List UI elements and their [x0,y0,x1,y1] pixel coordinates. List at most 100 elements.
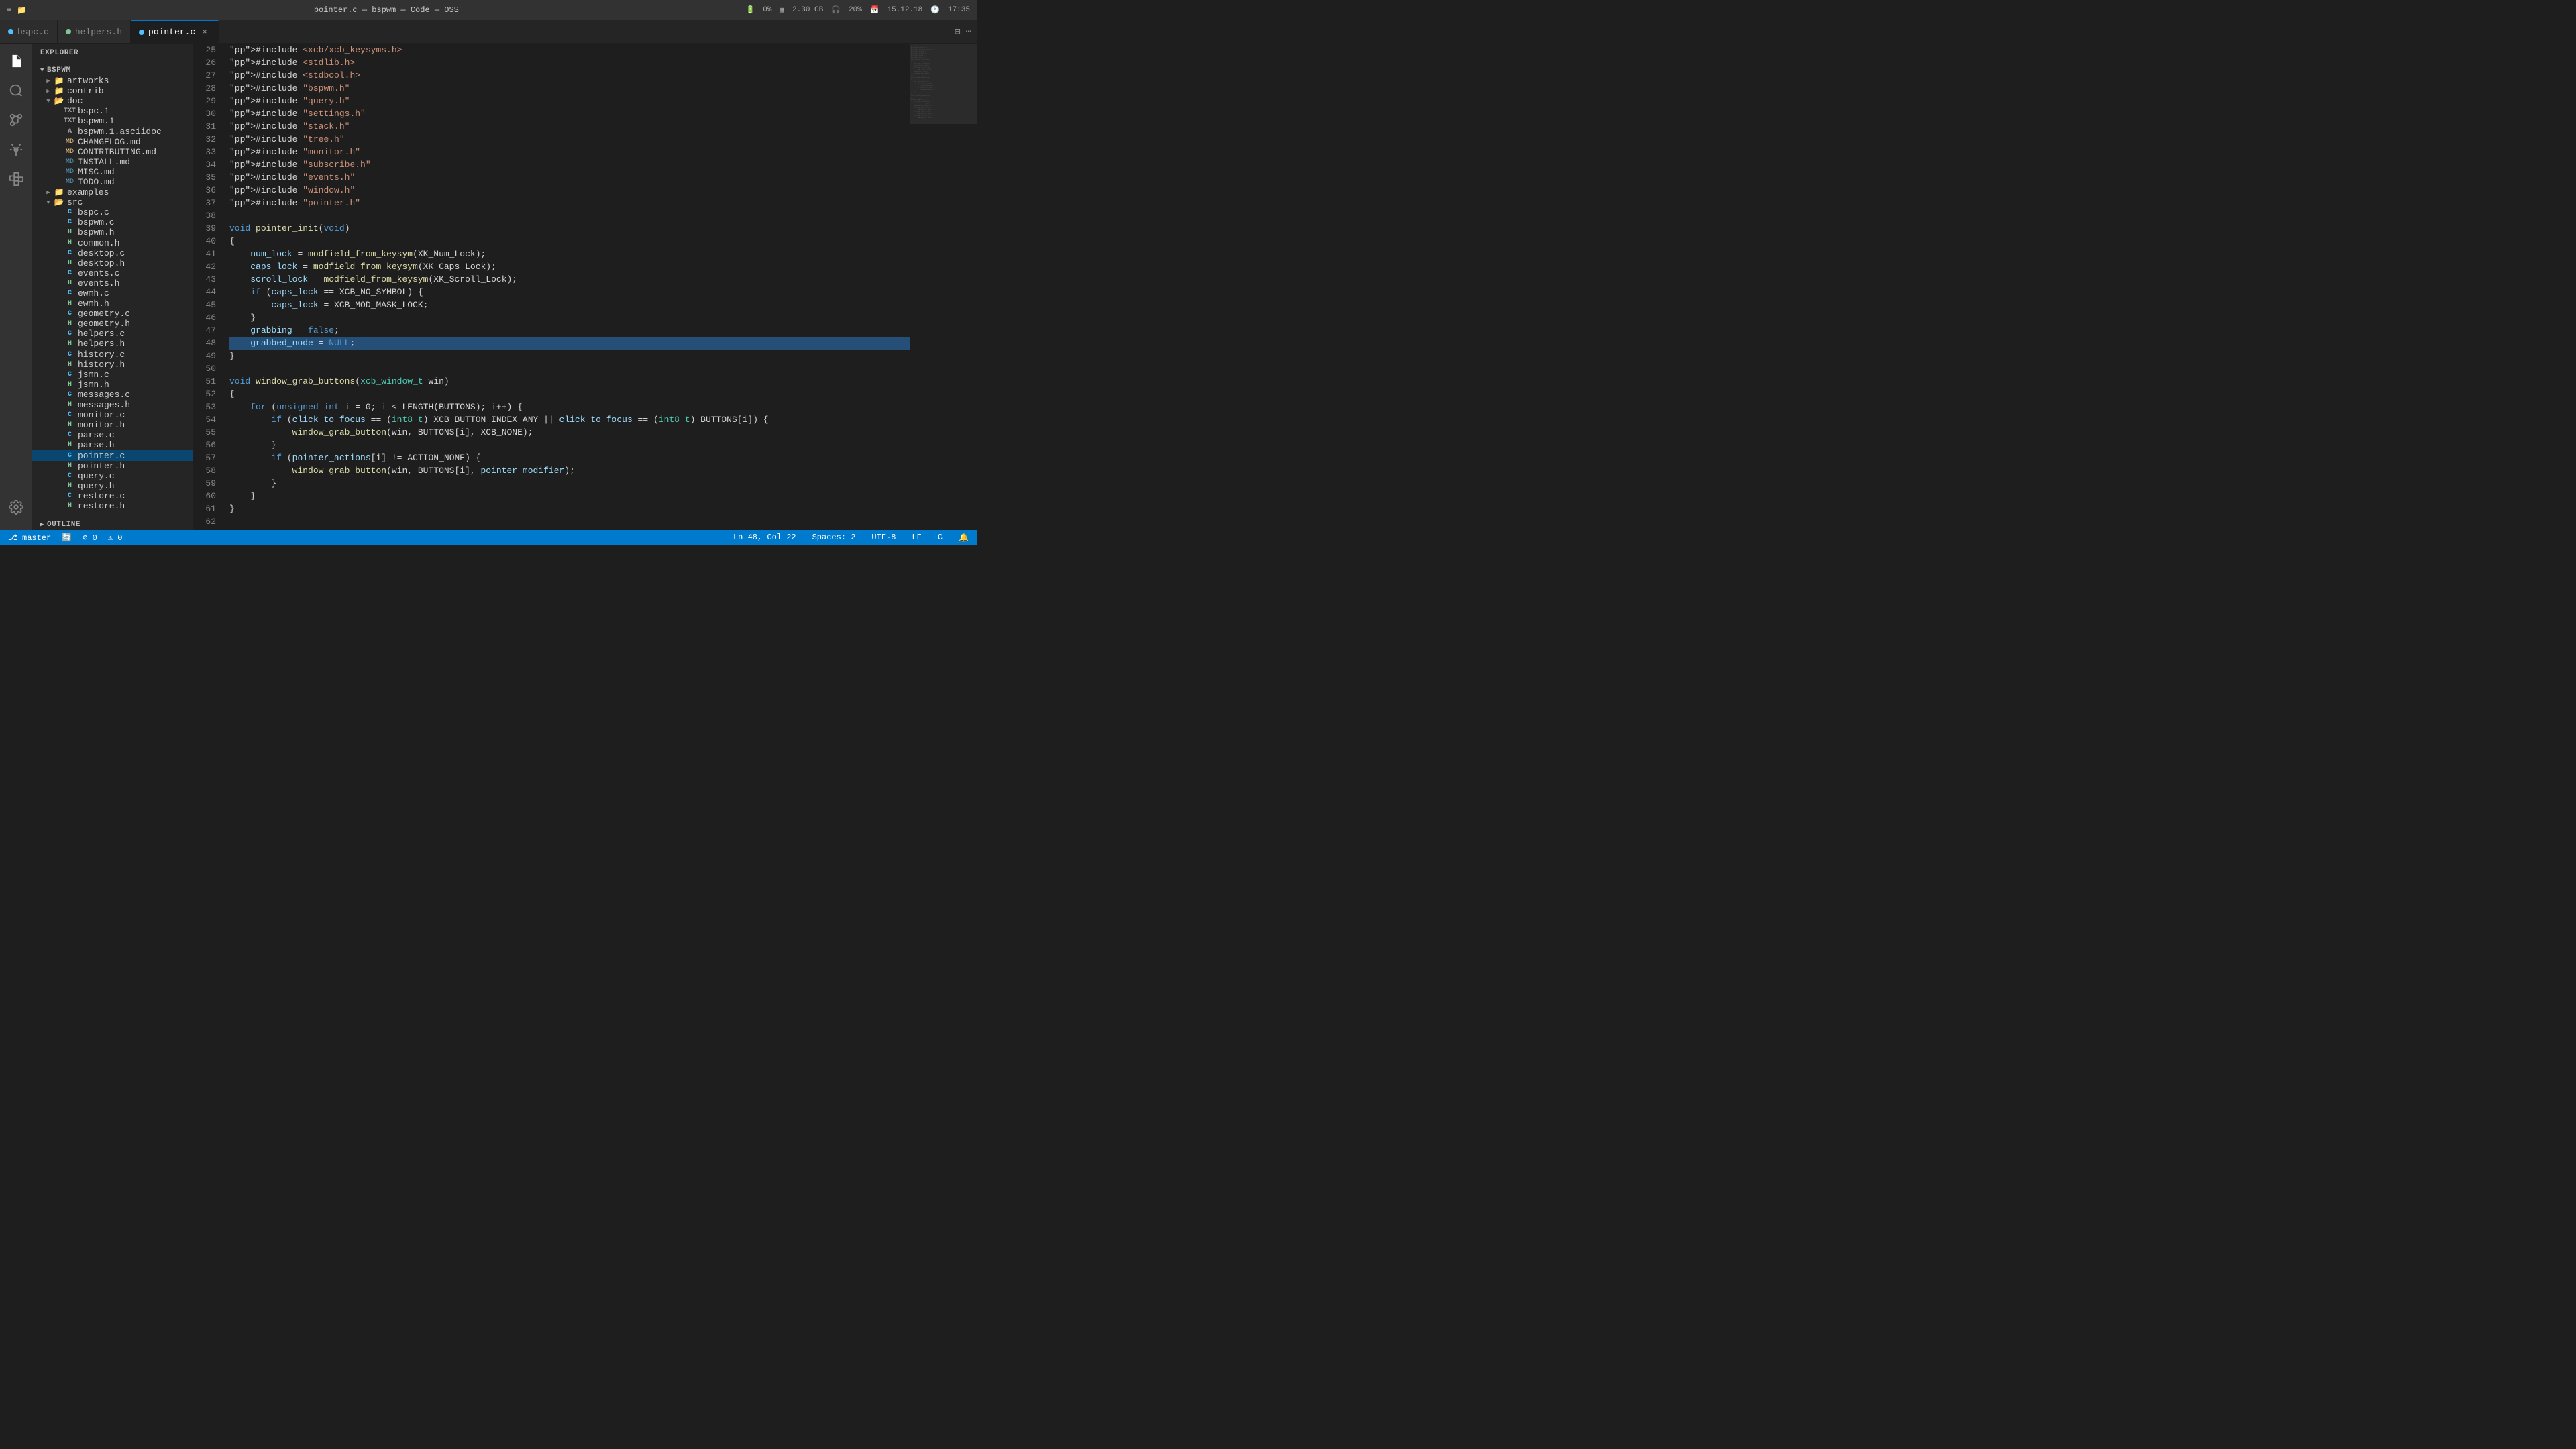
titlebar-right: 🔋 0% ▦ 2.30 GB 🎧 20% 📅 15.12.18 🕐 17:35 [746,5,971,15]
code-line-28: "pp">#include "bspwm.h" [229,82,910,95]
file-icon: TXT [64,106,75,116]
sidebar-item-misc[interactable]: MD MISC.md [32,167,193,177]
sidebar-item-jsmn-h[interactable]: H jsmn.h [32,380,193,390]
indentation[interactable]: Spaces: 2 [810,533,859,542]
sidebar-item-todo[interactable]: MD TODO.md [32,177,193,187]
sync-icon[interactable]: 🔄 [59,533,74,543]
sidebar-item-events-c[interactable]: C events.c [32,268,193,278]
item-label: desktop.c [78,248,125,258]
tab-bspc-c[interactable]: bspc.c [0,20,58,43]
encoding[interactable]: UTF-8 [869,533,898,542]
no-arrow [54,400,64,410]
tab-helpers-h[interactable]: helpers.h [58,20,131,43]
errors-count[interactable]: ⊘ 0 [80,533,100,543]
no-arrow [54,481,64,491]
code-line-55: window_grab_button(win, BUTTONS[i], XCB_… [229,426,910,439]
item-label: history.c [78,350,125,360]
no-arrow [54,299,64,309]
code-line-45: caps_lock = XCB_MOD_MASK_LOCK; [229,299,910,311]
code-editor[interactable]: 2526272829303132333435363738394041424344… [193,44,910,530]
git-branch[interactable]: ⎇ master [5,533,54,543]
item-label: events.c [78,268,119,278]
sidebar-item-monitor-h[interactable]: H monitor.h [32,420,193,430]
split-editor-icon[interactable]: ⊟ [955,26,960,38]
sidebar-item-examples[interactable]: ▶ 📁 examples [32,187,193,197]
tab-bar: bspc.c helpers.h pointer.c ✕ ⊟ ⋯ [0,20,977,44]
tab-close-button[interactable]: ✕ [199,27,210,38]
sidebar-item-ewmh-c[interactable]: C ewmh.c [32,288,193,299]
sidebar-item-parse-c[interactable]: C parse.c [32,430,193,440]
sidebar-item-query-h[interactable]: H query.h [32,481,193,491]
activity-explorer[interactable] [4,49,28,73]
eol[interactable]: LF [909,533,924,542]
code-line-53: for (unsigned int i = 0; i < LENGTH(BUTT… [229,400,910,413]
sidebar-item-changelog[interactable]: MD CHANGELOG.md [32,137,193,147]
activity-settings[interactable] [4,495,28,519]
sidebar-item-geometry-h[interactable]: H geometry.h [32,319,193,329]
sidebar-item-helpers-c[interactable]: C helpers.c [32,329,193,339]
activity-debug[interactable] [4,138,28,162]
feedback-icon[interactable]: 🔔 [956,533,971,543]
sidebar-item-history-c[interactable]: C history.c [32,350,193,360]
sidebar-item-query-c[interactable]: C query.c [32,471,193,481]
activity-extensions[interactable] [4,167,28,191]
sidebar-item-bspwm-h[interactable]: H bspwm.h [32,227,193,237]
statusbar-right: Ln 48, Col 22 Spaces: 2 UTF-8 LF C 🔔 [731,533,971,543]
sidebar-item-messages-c[interactable]: C messages.c [32,390,193,400]
no-arrow [54,440,64,450]
sidebar-item-events-h[interactable]: H events.h [32,278,193,288]
sidebar-item-parse-h[interactable]: H parse.h [32,440,193,450]
folder-arrow: ▶ [43,86,54,96]
tab-label: bspc.c [17,27,49,37]
file-c-icon: C [64,350,75,360]
item-label: query.c [78,471,115,481]
tab-pointer-c[interactable]: pointer.c ✕ [131,20,219,43]
tab-label: pointer.c [148,27,195,37]
warnings-count[interactable]: ⚠ 0 [105,533,125,543]
outline-section[interactable]: ▶ OUTLINE [32,517,193,530]
sidebar-item-desktop-h[interactable]: H desktop.h [32,258,193,268]
sidebar-item-geometry-c[interactable]: C geometry.c [32,309,193,319]
sidebar-item-bspwm-c[interactable]: C bspwm.c [32,217,193,227]
item-label: src [67,197,83,207]
sidebar-item-contrib[interactable]: ▶ 📁 contrib [32,86,193,96]
sidebar-item-src[interactable]: ▼ 📂 src [32,197,193,207]
sidebar-item-bspwm1[interactable]: TXT bspwm.1 [32,116,193,126]
sidebar-item-bspc-c[interactable]: C bspc.c [32,207,193,217]
root-folder[interactable]: ▼ BSPWM [32,62,193,76]
sidebar-item-restore-c[interactable]: C restore.c [32,491,193,501]
sidebar-item-common-h[interactable]: H common.h [32,238,193,248]
sidebar-item-artworks[interactable]: ▶ 📁 artworks [32,76,193,86]
sidebar-item-contributing[interactable]: MD CONTRIBUTING.md [32,147,193,157]
more-actions-icon[interactable]: ⋯ [966,26,971,38]
sidebar-item-bspc1[interactable]: TXT bspc.1 [32,106,193,116]
language-mode[interactable]: C [935,533,945,542]
sidebar-item-pointer-h[interactable]: H pointer.h [32,461,193,471]
item-label: bspwm.1.asciidoc [78,127,162,137]
sidebar-item-monitor-c[interactable]: C monitor.c [32,410,193,420]
item-label: bspc.1 [78,106,109,116]
sidebar-item-install[interactable]: MD INSTALL.md [32,157,193,167]
file-c-icon: C [64,370,75,380]
activity-source-control[interactable] [4,108,28,132]
sidebar-item-bspwm1ascii[interactable]: A bspwm.1.asciidoc [32,126,193,136]
item-label: pointer.c [78,451,125,461]
no-arrow [54,177,64,187]
sidebar-item-ewmh-h[interactable]: H ewmh.h [32,299,193,309]
sidebar-item-doc[interactable]: ▼ 📂 doc [32,96,193,106]
sidebar-item-helpers-h[interactable]: H helpers.h [32,339,193,349]
cursor-position[interactable]: Ln 48, Col 22 [731,533,799,542]
sidebar-item-jsmn-c[interactable]: C jsmn.c [32,370,193,380]
file-h-icon: H [64,461,75,471]
code-line-41: num_lock = modfield_from_keysym(XK_Num_L… [229,248,910,260]
sidebar-item-pointer-c[interactable]: C pointer.c [32,450,193,460]
sidebar-item-desktop-c[interactable]: C desktop.c [32,248,193,258]
code-line-42: caps_lock = modfield_from_keysym(XK_Caps… [229,260,910,273]
sidebar-item-messages-h[interactable]: H messages.h [32,400,193,410]
activity-search[interactable] [4,78,28,103]
terminal-icon[interactable]: ⌨ [7,5,11,15]
sidebar-item-history-h[interactable]: H history.h [32,360,193,370]
sidebar-item-restore-h[interactable]: H restore.h [32,501,193,511]
code-lines[interactable]: "pp">#include <xcb/xcb_keysyms.h>"pp">#i… [227,44,910,530]
folder-icon[interactable]: 📁 [17,5,27,15]
